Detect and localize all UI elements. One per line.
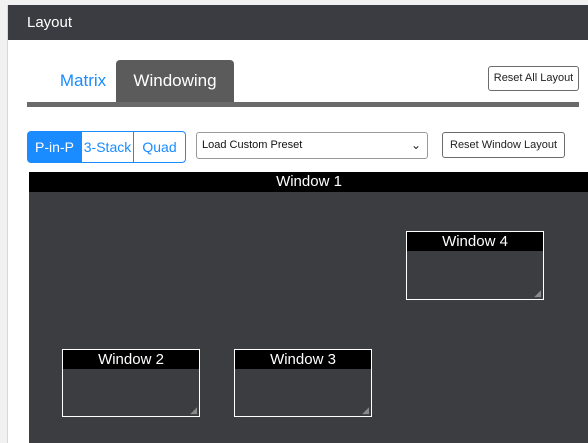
window-3[interactable]: Window 3 ◢ bbox=[234, 349, 372, 417]
layout-panel: Layout Matrix Windowing Reset All Layout… bbox=[7, 5, 588, 443]
window-4-title: Window 4 bbox=[407, 232, 543, 251]
panel-header-title: Layout bbox=[8, 5, 588, 40]
resize-grip-icon[interactable]: ◢ bbox=[190, 406, 197, 415]
window-2-title: Window 2 bbox=[63, 350, 199, 369]
tab-underline bbox=[27, 102, 579, 107]
custom-preset-select[interactable]: Load Custom Preset ⌄ bbox=[196, 132, 428, 159]
mode-3-stack-button[interactable]: 3-Stack bbox=[81, 131, 134, 163]
chevron-down-icon: ⌄ bbox=[410, 138, 421, 152]
tab-matrix[interactable]: Matrix bbox=[53, 61, 113, 101]
reset-window-layout-button[interactable]: Reset Window Layout bbox=[442, 132, 565, 158]
window-1-title: Window 1 bbox=[29, 172, 588, 192]
reset-all-layout-button[interactable]: Reset All Layout bbox=[488, 66, 579, 91]
mode-pip-button[interactable]: P-in-P bbox=[27, 131, 82, 163]
resize-grip-icon[interactable]: ◢ bbox=[362, 406, 369, 415]
preset-select-value: Load Custom Preset bbox=[202, 139, 303, 151]
resize-grip-icon[interactable]: ◢ bbox=[534, 289, 541, 298]
window-2[interactable]: Window 2 ◢ bbox=[62, 349, 200, 417]
window-layout-canvas[interactable]: Window 1 Window 4 ◢ Window 2 ◢ Window 3 … bbox=[29, 172, 588, 443]
window-4[interactable]: Window 4 ◢ bbox=[406, 231, 544, 300]
window-3-title: Window 3 bbox=[235, 350, 371, 369]
tab-windowing[interactable]: Windowing bbox=[116, 60, 234, 102]
mode-quad-button[interactable]: Quad bbox=[133, 131, 186, 163]
